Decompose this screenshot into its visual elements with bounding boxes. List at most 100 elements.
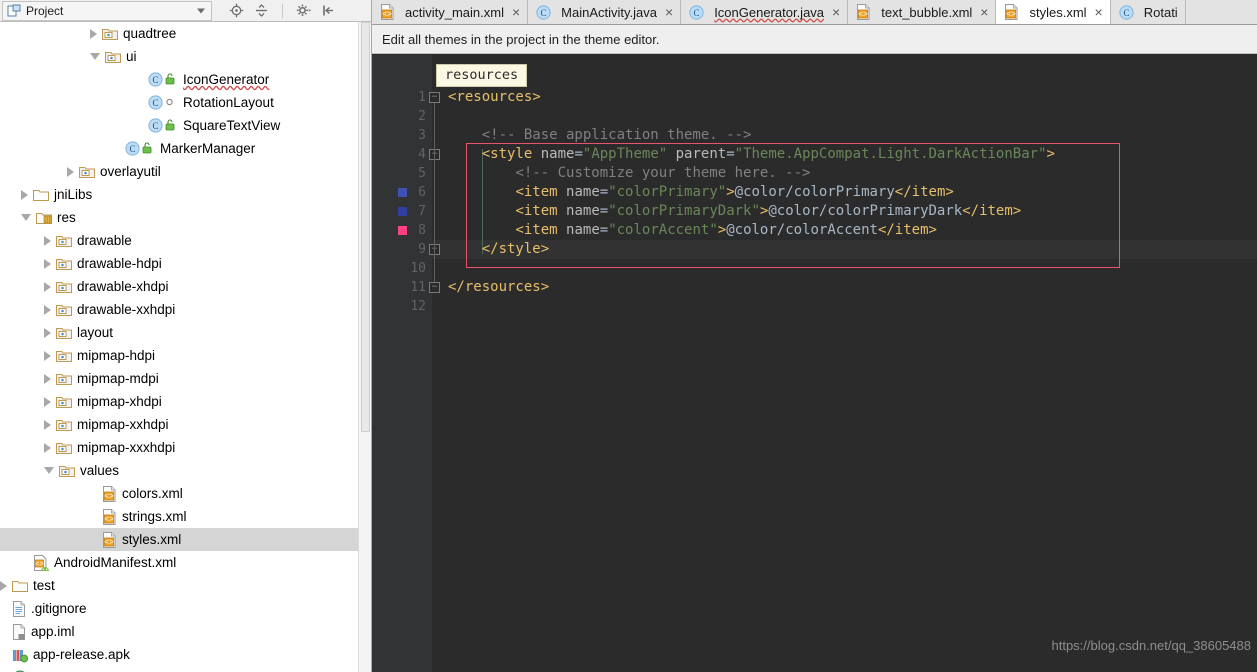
chevron-right-icon[interactable] xyxy=(44,281,51,292)
svg-text:C: C xyxy=(1123,8,1129,18)
xml-file-icon: <> xyxy=(380,4,395,20)
settings-gear-icon[interactable] xyxy=(295,2,312,19)
tree-row[interactable]: build.gradle xyxy=(0,666,371,672)
tree-row[interactable]: drawable-xhdpi xyxy=(0,275,371,298)
project-panel: Project quadtree ui C IconGenerator C Ro… xyxy=(0,0,372,672)
code-editor[interactable]: 123456789101112 −−−−<resources> <!-- Bas… xyxy=(372,55,1257,672)
chevron-right-icon[interactable] xyxy=(44,419,51,430)
code-line[interactable]: </style> xyxy=(448,240,549,259)
java-class-icon: C xyxy=(536,4,551,20)
code-line[interactable]: <item name="colorAccent">@color/colorAcc… xyxy=(448,221,937,240)
project-tree-scrollbar[interactable] xyxy=(358,22,371,672)
editor-tab[interactable]: <> activity_main.xml × xyxy=(372,0,529,24)
svg-text:<>: <> xyxy=(104,492,114,501)
code-fold-toggle-icon[interactable]: − xyxy=(429,282,440,293)
code-line[interactable]: <!-- Customize your theme here. --> xyxy=(448,164,810,183)
editor-tab[interactable]: C MainActivity.java × xyxy=(528,0,682,24)
close-icon[interactable]: × xyxy=(1095,5,1103,19)
chevron-down-icon[interactable] xyxy=(44,467,54,474)
locate-icon[interactable] xyxy=(228,2,245,19)
close-icon[interactable]: × xyxy=(665,5,673,19)
chevron-right-icon[interactable] xyxy=(44,373,51,384)
chevron-down-icon[interactable] xyxy=(21,214,31,221)
chevron-right-icon[interactable] xyxy=(44,258,51,269)
editor-gutter[interactable]: 1 2 3 4 5 6 7 8 9 10 11 12 xyxy=(372,55,432,672)
code-line[interactable]: <style name="AppTheme" parent="Theme.App… xyxy=(448,145,1055,164)
chevron-down-icon[interactable] xyxy=(90,53,100,60)
chevron-right-icon[interactable] xyxy=(44,396,51,407)
svg-text:<>: <> xyxy=(858,11,868,20)
code-line[interactable]: </resources> xyxy=(448,278,549,297)
tree-row[interactable]: test xyxy=(0,574,371,597)
java-class-package-icon: C xyxy=(148,95,178,110)
chevron-down-icon[interactable] xyxy=(197,8,205,13)
editor-tab-bar[interactable]: <> activity_main.xml × C MainActivity.java × C… xyxy=(372,0,1257,25)
tree-item-label: jniLibs xyxy=(54,187,93,202)
tree-row[interactable]: .gitignore xyxy=(0,597,371,620)
apk-file-icon xyxy=(12,647,28,663)
close-icon[interactable]: × xyxy=(980,5,988,19)
tree-row[interactable]: C RotationLayout xyxy=(0,91,371,114)
tree-row[interactable]: layout xyxy=(0,321,371,344)
tree-row[interactable]: C MarkerManager xyxy=(0,137,371,160)
tree-row[interactable]: drawable-xxhdpi xyxy=(0,298,371,321)
tree-row[interactable]: mipmap-mdpi xyxy=(0,367,371,390)
code-line[interactable]: <item name="colorPrimary">@color/colorPr… xyxy=(448,183,953,202)
tree-row[interactable]: app-release.apk xyxy=(0,643,371,666)
tree-row[interactable]: ui xyxy=(0,45,371,68)
chevron-right-icon[interactable] xyxy=(44,235,51,246)
color-preview-swatch[interactable] xyxy=(398,207,407,216)
editor-tab-label: styles.xml xyxy=(1029,4,1087,20)
tree-item-label: app.iml xyxy=(31,624,75,639)
collapse-all-icon[interactable] xyxy=(253,2,270,19)
tree-row[interactable]: drawable-hdpi xyxy=(0,252,371,275)
breadcrumb-tooltip: resources xyxy=(436,64,528,87)
tree-row[interactable]: C SquareTextView xyxy=(0,114,371,137)
package-folder-icon xyxy=(56,395,72,409)
code-fold-toggle-icon[interactable]: − xyxy=(429,92,440,103)
chevron-right-icon[interactable] xyxy=(0,580,7,591)
tree-item-label: drawable-hdpi xyxy=(77,256,162,271)
chevron-right-icon[interactable] xyxy=(90,28,97,39)
svg-text:<>: <> xyxy=(382,11,392,20)
tree-row[interactable]: quadtree xyxy=(0,22,371,45)
tree-row[interactable]: mipmap-xxxhdpi xyxy=(0,436,371,459)
tree-row[interactable]: res xyxy=(0,206,371,229)
tree-row[interactable]: C IconGenerator xyxy=(0,68,371,91)
tree-row[interactable]: drawable xyxy=(0,229,371,252)
code-line[interactable]: <item name="colorPrimaryDark">@color/col… xyxy=(448,202,1021,221)
project-file-tree[interactable]: quadtree ui C IconGenerator C RotationLayout C… xyxy=(0,22,371,672)
tree-row[interactable]: <> AndroidManifest.xml xyxy=(0,551,371,574)
notification-text: Edit all themes in the project in the th… xyxy=(382,31,660,47)
chevron-right-icon[interactable] xyxy=(21,189,28,200)
tree-row[interactable]: <> colors.xml xyxy=(0,482,371,505)
editor-tab[interactable]: C Rotati xyxy=(1110,0,1186,24)
chevron-right-icon[interactable] xyxy=(44,442,51,453)
hide-panel-icon[interactable] xyxy=(320,2,337,19)
project-tree-scroll-thumb[interactable] xyxy=(361,22,370,432)
tree-row[interactable]: <> strings.xml xyxy=(0,505,371,528)
tree-row[interactable]: values xyxy=(0,459,371,482)
tree-row[interactable]: mipmap-xhdpi xyxy=(0,390,371,413)
color-preview-swatch[interactable] xyxy=(398,226,407,235)
toolbar-divider xyxy=(282,3,283,18)
tree-row[interactable]: mipmap-xxhdpi xyxy=(0,413,371,436)
project-view-selector[interactable]: Project xyxy=(2,0,212,21)
code-line[interactable]: <!-- Base application theme. --> xyxy=(448,126,752,145)
chevron-right-icon[interactable] xyxy=(44,327,51,338)
color-preview-swatch[interactable] xyxy=(398,188,407,197)
chevron-right-icon[interactable] xyxy=(44,304,51,315)
code-line[interactable]: <resources> xyxy=(448,88,541,107)
close-icon[interactable]: × xyxy=(512,5,520,19)
chevron-right-icon[interactable] xyxy=(67,166,74,177)
editor-tab[interactable]: C IconGenerator.java × xyxy=(681,0,849,24)
tree-row-selected[interactable]: <> styles.xml xyxy=(0,528,371,551)
editor-tab[interactable]: <> text_bubble.xml × xyxy=(848,0,997,24)
tree-row[interactable]: mipmap-hdpi xyxy=(0,344,371,367)
tree-row[interactable]: app.iml xyxy=(0,620,371,643)
tree-row[interactable]: overlayutil xyxy=(0,160,371,183)
editor-tab-active[interactable]: <> styles.xml × xyxy=(996,0,1111,24)
close-icon[interactable]: × xyxy=(832,5,840,19)
tree-row[interactable]: jniLibs xyxy=(0,183,371,206)
chevron-right-icon[interactable] xyxy=(44,350,51,361)
